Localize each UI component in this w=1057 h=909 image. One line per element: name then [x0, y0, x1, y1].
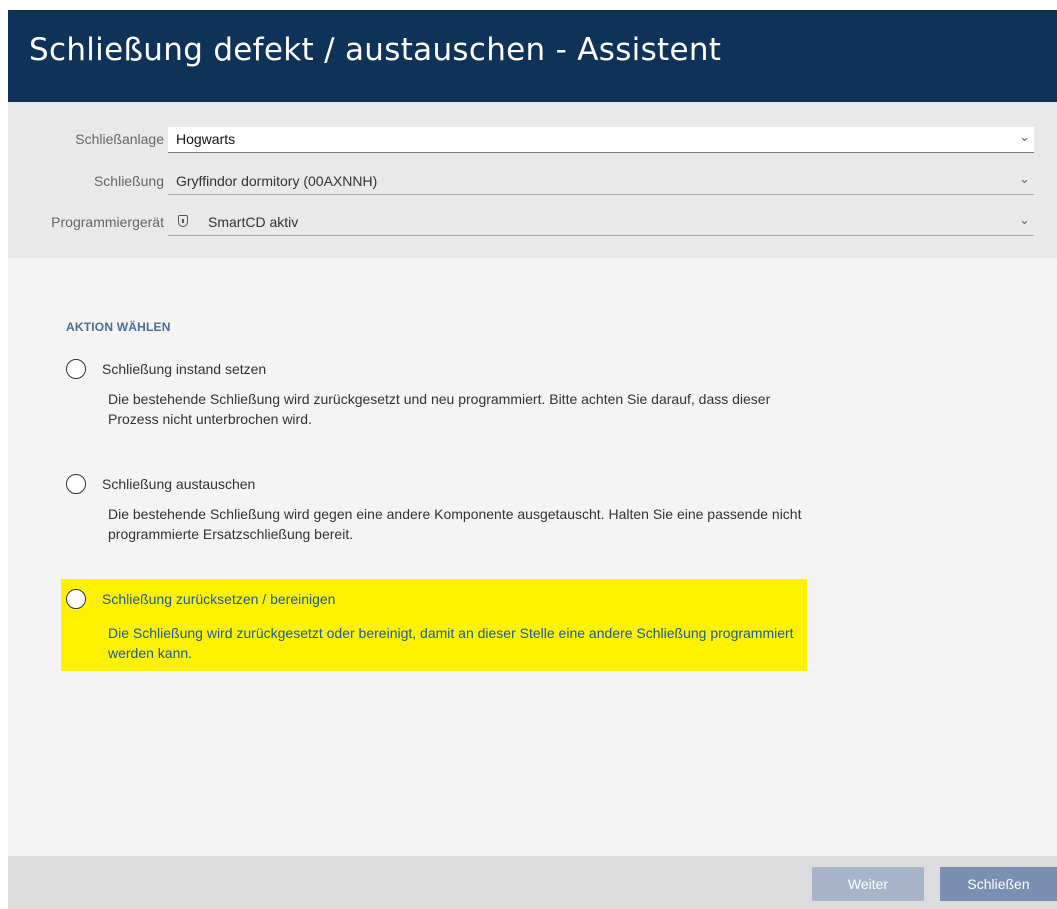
schliessung-select[interactable]: Gryffindor dormitory (00AXNNH) ⌄ — [168, 169, 1034, 195]
option-label: Schließung austauschen — [102, 476, 256, 492]
section-title: AKTION WÄHLEN — [66, 320, 171, 334]
radio-button[interactable] — [66, 474, 86, 494]
schliessanlage-value: Hogwarts — [176, 131, 236, 147]
schliessung-value: Gryffindor dormitory (00AXNNH) — [176, 173, 378, 189]
chevron-down-icon[interactable]: ⌄ — [1019, 129, 1030, 145]
radio-button[interactable] — [66, 589, 86, 609]
footer-bar: Weiter Schließen — [8, 856, 1057, 909]
schliessanlage-label: Schließanlage — [75, 131, 164, 147]
schliessung-label: Schließung — [93, 173, 164, 189]
close-button[interactable]: Schließen — [940, 867, 1057, 901]
schliessanlage-row: Schließanlage Hogwarts ⌄ — [8, 127, 1057, 153]
chevron-down-icon[interactable]: ⌄ — [1019, 212, 1030, 228]
programmiergeraet-value: SmartCD aktiv — [208, 214, 299, 230]
chevron-down-icon[interactable]: ⌄ — [1019, 171, 1030, 187]
device-icon — [178, 215, 188, 227]
option-description: Die bestehende Schließung wird zurückges… — [108, 391, 771, 427]
option-description: Die bestehende Schließung wird gegen ein… — [108, 506, 802, 542]
option-instand-setzen[interactable]: Schließung instand setzen Die bestehende… — [61, 359, 807, 439]
schliessung-row: Schließung Gryffindor dormitory (00AXNNH… — [8, 169, 1057, 195]
schliessanlage-select[interactable]: Hogwarts ⌄ — [168, 127, 1034, 153]
option-label: Schließung zurücksetzen / bereinigen — [102, 591, 336, 607]
programmiergeraet-row: Programmiergerät SmartCD aktiv ⌄ — [8, 210, 1057, 236]
programmiergeraet-label: Programmiergerät — [51, 214, 164, 230]
option-label: Schließung instand setzen — [102, 361, 267, 377]
next-button[interactable]: Weiter — [812, 867, 924, 901]
programmiergeraet-select[interactable]: SmartCD aktiv ⌄ — [168, 210, 1034, 236]
option-description: Die Schließung wird zurückgesetzt oder b… — [108, 625, 794, 661]
radio-button[interactable] — [66, 359, 86, 379]
option-zuruecksetzen[interactable]: Schließung zurücksetzen / bereinigen Die… — [61, 579, 807, 671]
option-austauschen[interactable]: Schließung austauschen Die bestehende Sc… — [61, 474, 807, 554]
wizard-window: Schließung defekt / austauschen - Assist… — [8, 10, 1057, 909]
window-title: Schließung defekt / austauschen - Assist… — [29, 32, 722, 68]
title-bar: Schließung defekt / austauschen - Assist… — [8, 10, 1057, 102]
selection-form: Schließanlage Hogwarts ⌄ Schließung Gryf… — [8, 102, 1057, 258]
